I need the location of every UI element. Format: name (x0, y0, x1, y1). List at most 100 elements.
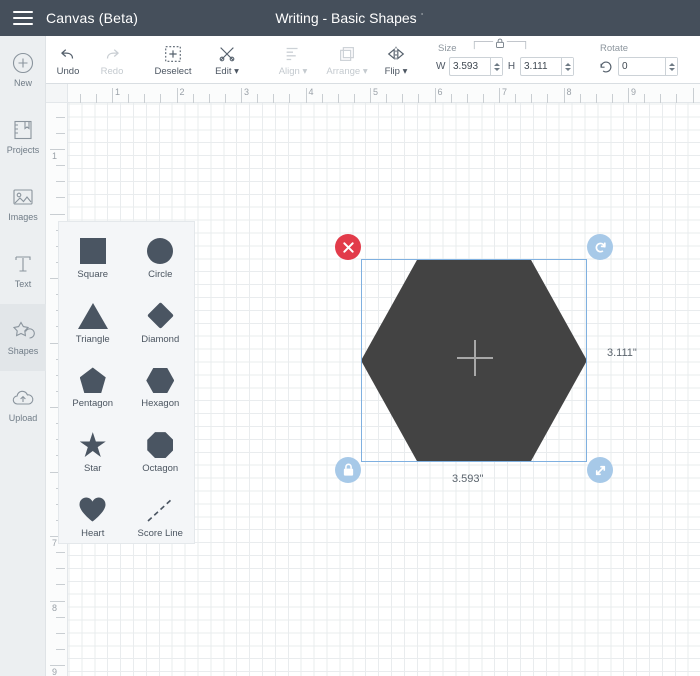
lock-handle[interactable] (335, 457, 361, 483)
undo-button[interactable]: Undo (46, 36, 90, 83)
ruler-tick (50, 213, 65, 215)
shape-label-pentagon: Pentagon (72, 398, 114, 410)
shape-option-diamond[interactable]: Diamond (127, 291, 195, 356)
top-header-bar: Canvas (Beta) Writing - Basic Shapes ˙ (0, 0, 700, 36)
height-stepper[interactable] (520, 57, 574, 76)
ruler-corner (46, 84, 68, 103)
sidebar-item-images[interactable]: Images (0, 170, 46, 237)
diamond-icon (146, 301, 174, 331)
sidebar-item-upload[interactable]: Upload (0, 371, 46, 438)
deselect-button[interactable]: Deselect (146, 36, 200, 83)
sidebar-item-text[interactable]: Text (0, 237, 46, 304)
flip-label-text: Flip (384, 66, 400, 77)
ruler-tick (321, 94, 323, 103)
rotate-fields-row (598, 57, 678, 76)
flip-button[interactable]: Flip ▾ (374, 36, 418, 83)
shape-option-score-line[interactable]: Score Line (127, 484, 195, 549)
ruler-tick (337, 94, 339, 103)
ruler-tick (482, 94, 484, 103)
rotate-handle[interactable] (587, 234, 613, 260)
resize-diagonal-icon (595, 465, 605, 475)
sidebar-label-projects: Projects (6, 145, 40, 155)
shape-option-square[interactable]: Square (59, 226, 127, 291)
ruler-tick (144, 94, 146, 103)
shape-option-pentagon[interactable]: Pentagon (59, 355, 127, 420)
ruler-tick (353, 94, 355, 103)
width-input[interactable] (450, 58, 490, 75)
flip-label: Flip ▾ (385, 66, 408, 77)
delete-handle[interactable] (335, 234, 361, 260)
sidebar-item-projects[interactable]: Projects (0, 103, 46, 170)
height-spinner[interactable] (561, 58, 573, 75)
width-spinner[interactable] (490, 58, 502, 75)
sidebar-label-text: Text (14, 279, 32, 289)
circle-icon (147, 236, 174, 266)
shape-label-triangle: Triangle (75, 333, 110, 345)
ruler-tick (628, 88, 629, 103)
ruler-tick (50, 665, 65, 666)
ruler-tick (563, 88, 565, 103)
shape-option-octagon[interactable]: Octagon (127, 420, 195, 485)
sidebar-item-shapes[interactable]: Shapes (0, 304, 46, 371)
ruler-tick (224, 94, 226, 103)
aspect-lock-icon[interactable] (468, 38, 532, 50)
book-icon (14, 120, 32, 140)
redo-arrow-icon (102, 44, 122, 64)
shape-option-hexagon[interactable]: Hexagon (127, 355, 195, 420)
hamburger-menu-icon[interactable] (0, 0, 46, 36)
pentagon-icon (79, 365, 106, 395)
ruler-tick (611, 94, 613, 103)
ruler-tick (241, 88, 242, 103)
shape-center-crosshair (457, 340, 493, 376)
edit-group: Deselect Edit ▾ (146, 36, 254, 83)
ruler-tick (56, 632, 65, 634)
ruler-tick (56, 197, 65, 199)
shape-option-heart[interactable]: Heart (59, 484, 127, 549)
arrange-label-text: Arrange (326, 66, 361, 77)
cloud-upload-icon (12, 390, 34, 405)
unsaved-marker: ˙ (420, 11, 425, 25)
height-input[interactable] (521, 58, 561, 75)
canvas-area[interactable]: 123456789 1789 3.593" 3.111" Square Circ… (46, 84, 700, 676)
edit-label-text: Edit (215, 66, 232, 77)
width-stepper[interactable] (449, 57, 503, 76)
shape-option-triangle[interactable]: Triangle (59, 291, 127, 356)
ruler-tick (370, 88, 371, 103)
ruler-number-h: 8 (566, 87, 572, 97)
shape-option-circle[interactable]: Circle (127, 226, 195, 291)
rotate-spinner[interactable] (665, 58, 677, 75)
rotate-stepper[interactable] (618, 57, 678, 76)
size-fields-row: W H (436, 57, 574, 76)
align-button[interactable]: Align ▾ (266, 36, 320, 83)
ruler-tick (660, 94, 662, 103)
shape-label-heart: Heart (81, 527, 105, 539)
ruler-tick (499, 88, 500, 103)
sidebar-label-new: New (13, 78, 32, 88)
deselect-box-icon (163, 44, 183, 64)
horizontal-ruler: 1 2 3 4 5 6 7 8 9 (68, 84, 700, 103)
score-line-icon (146, 495, 174, 525)
ruler-tick (692, 88, 694, 103)
redo-button[interactable]: Redo (90, 36, 134, 83)
edit-button[interactable]: Edit ▾ (200, 36, 254, 83)
deselect-label: Deselect (154, 66, 192, 77)
ruler-number-h: 9 (631, 87, 637, 97)
ruler-tick (56, 181, 65, 183)
size-group: Size W H (430, 36, 580, 83)
shape-option-star[interactable]: Star (59, 420, 127, 485)
chevron-down-icon: ▾ (231, 66, 239, 77)
ruler-number-h: 2 (179, 87, 185, 97)
ruler-tick (56, 116, 65, 118)
ruler-tick (386, 94, 388, 103)
ruler-tick (466, 94, 468, 103)
resize-handle[interactable] (587, 457, 613, 483)
image-icon (13, 189, 33, 205)
sidebar-item-new[interactable]: New (0, 36, 46, 103)
arrange-label: Arrange ▾ (326, 66, 367, 77)
app-title: Canvas (Beta) (46, 10, 139, 26)
ruler-number-v: 1 (52, 151, 58, 161)
ruler-tick (160, 94, 162, 103)
align-lines-icon (283, 44, 303, 64)
rotate-input[interactable] (619, 58, 665, 75)
arrange-button[interactable]: Arrange ▾ (320, 36, 374, 83)
